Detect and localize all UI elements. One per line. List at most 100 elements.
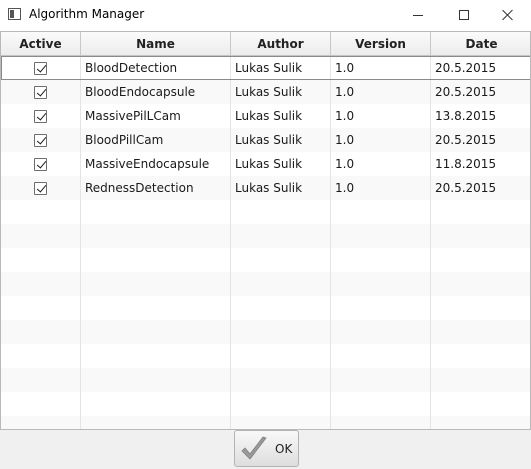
cell-author: Lukas Sulik	[231, 104, 331, 128]
cell-author: Lukas Sulik	[231, 152, 331, 176]
empty-cell	[431, 416, 530, 429]
cell-version: 1.0	[331, 104, 431, 128]
active-checkbox[interactable]	[34, 109, 47, 123]
cell-active	[1, 152, 81, 176]
cell-version: 1.0	[331, 56, 431, 80]
empty-cell	[431, 320, 530, 344]
cell-active	[1, 56, 81, 80]
cell-active	[1, 104, 81, 128]
empty-cell	[81, 368, 231, 392]
table-row[interactable]: RednessDetection Lukas Sulik 1.0 20.5.2015	[1, 176, 530, 200]
empty-cell	[431, 344, 530, 368]
empty-cell	[231, 248, 331, 272]
column-header-name[interactable]: Name	[81, 32, 231, 56]
cell-author: Lukas Sulik	[231, 56, 331, 80]
table-row[interactable]: MassiveEndocapsule Lukas Sulik 1.0 11.8.201…	[1, 152, 530, 176]
maximize-button[interactable]	[441, 0, 487, 30]
empty-cell	[331, 344, 431, 368]
empty-table-row	[1, 344, 530, 368]
empty-cell	[81, 296, 231, 320]
empty-cell	[1, 200, 81, 224]
active-checkbox[interactable]	[34, 157, 47, 171]
empty-cell	[1, 320, 81, 344]
empty-cell	[331, 368, 431, 392]
empty-cell	[1, 392, 81, 416]
empty-cell	[1, 248, 81, 272]
empty-cell	[231, 392, 331, 416]
cell-name: RednessDetection	[81, 176, 231, 200]
ok-button[interactable]: OK	[234, 430, 299, 467]
table-header: Active Name Author Version Date	[1, 32, 530, 56]
empty-cell	[1, 368, 81, 392]
cell-name: BloodDetection	[81, 56, 231, 80]
active-checkbox[interactable]	[34, 61, 47, 75]
cell-name: BloodEndocapsule	[81, 80, 231, 104]
empty-cell	[81, 416, 231, 429]
column-header-active[interactable]: Active	[1, 32, 81, 56]
empty-cell	[331, 200, 431, 224]
close-icon	[502, 9, 514, 21]
cell-date: 20.5.2015	[435, 133, 497, 147]
empty-cell	[331, 272, 431, 296]
table-row[interactable]: BloodDetection Lukas Sulik 1.0 20.5.2015	[1, 56, 530, 80]
checkmark-icon	[241, 436, 267, 459]
empty-table-row	[1, 320, 530, 344]
empty-cell	[231, 296, 331, 320]
empty-cell	[1, 224, 81, 248]
empty-cell	[81, 200, 231, 224]
empty-table-row	[1, 392, 530, 416]
cell-active	[1, 176, 81, 200]
empty-cell	[1, 416, 81, 429]
cell-date: 20.5.2015	[435, 85, 497, 99]
empty-cell	[231, 368, 331, 392]
empty-table-row	[1, 296, 530, 320]
empty-cell	[331, 416, 431, 429]
cell-author: Lukas Sulik	[231, 176, 331, 200]
empty-table-row	[1, 416, 530, 429]
active-checkbox[interactable]	[34, 181, 47, 195]
cell-version: 1.0	[331, 152, 431, 176]
column-header-date[interactable]: Date	[431, 32, 530, 56]
empty-cell	[431, 200, 530, 224]
table-row[interactable]: BloodPillCam Lukas Sulik 1.0 20.5.2015	[1, 128, 530, 152]
cell-name: MassiveEndocapsule	[81, 152, 231, 176]
empty-cell	[331, 296, 431, 320]
cell-active	[1, 128, 81, 152]
active-checkbox[interactable]	[34, 133, 47, 147]
cell-author: Lukas Sulik	[231, 128, 331, 152]
column-header-version[interactable]: Version	[331, 32, 431, 56]
empty-table-row	[1, 368, 530, 392]
table-row[interactable]: MassivePilLCam Lukas Sulik 1.0 13.8.2015	[1, 104, 530, 128]
empty-cell	[331, 248, 431, 272]
empty-cell	[431, 248, 530, 272]
empty-cell	[331, 392, 431, 416]
empty-cell	[431, 392, 530, 416]
empty-cell	[431, 368, 530, 392]
algorithm-table: Active Name Author Version Date BloodDet…	[0, 31, 531, 430]
window-app-icon	[8, 8, 21, 20]
empty-cell	[431, 296, 530, 320]
empty-cell	[1, 344, 81, 368]
column-header-author[interactable]: Author	[231, 32, 331, 56]
empty-cell	[81, 344, 231, 368]
empty-table-row	[1, 200, 530, 224]
empty-cell	[81, 272, 231, 296]
empty-cell	[231, 200, 331, 224]
empty-cell	[1, 272, 81, 296]
empty-cell	[81, 248, 231, 272]
empty-cell	[231, 416, 331, 429]
window-title: Algorithm Manager	[29, 7, 145, 21]
table-row[interactable]: BloodEndocapsule Lukas Sulik 1.0 20.5.2015	[1, 80, 530, 104]
empty-cell	[231, 272, 331, 296]
active-checkbox[interactable]	[34, 85, 47, 99]
cell-version: 1.0	[331, 128, 431, 152]
cell-date: 20.5.2015	[435, 181, 497, 195]
cell-date: 20.5.2015	[435, 61, 497, 75]
cell-name: MassivePilLCam	[81, 104, 231, 128]
empty-table-row	[1, 272, 530, 296]
empty-cell	[81, 224, 231, 248]
close-button[interactable]	[485, 0, 531, 30]
minimize-button[interactable]	[395, 0, 441, 30]
empty-cell	[1, 296, 81, 320]
empty-cell	[81, 392, 231, 416]
